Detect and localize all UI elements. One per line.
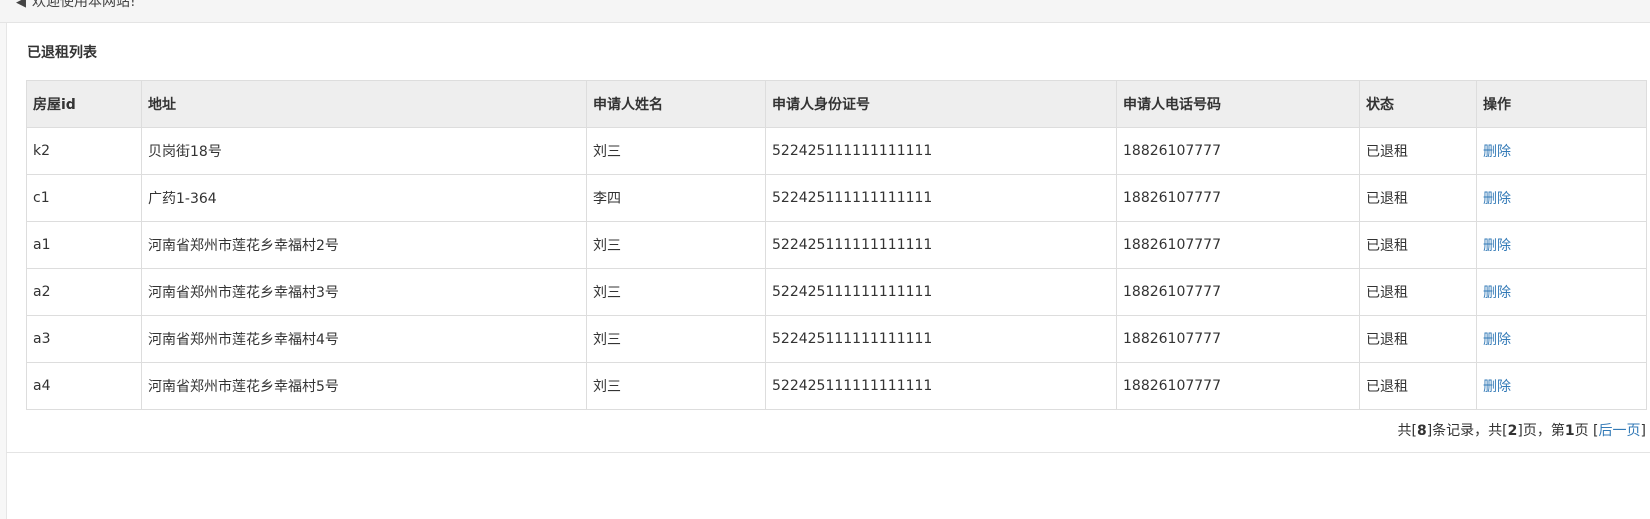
- cell-id-card: 522425111111111111: [765, 315, 1117, 363]
- table-row: k2 贝岗街18号 刘三 522425111111111111 18826107…: [26, 127, 1647, 175]
- cell-applicant-name: 刘三: [586, 268, 766, 316]
- pager-prefix: 共[: [1397, 423, 1417, 439]
- cell-applicant-name: 刘三: [586, 221, 766, 269]
- table-row: c1 广药1-364 李四 522425111111111111 1882610…: [26, 174, 1647, 222]
- table-row: a2 河南省郑州市莲花乡幸福村3号 刘三 522425111111111111 …: [26, 268, 1647, 316]
- cell-phone: 18826107777: [1116, 315, 1360, 363]
- delete-link[interactable]: 删除: [1483, 191, 1511, 207]
- pager-close: ]: [1640, 423, 1646, 439]
- total-pages-count: 2: [1507, 423, 1518, 439]
- cell-applicant-name: 李四: [586, 174, 766, 222]
- top-bar: ◀ 欢迎使用本网站!: [0, 0, 1650, 23]
- cell-status: 已退租: [1359, 362, 1477, 410]
- column-header-id-card: 申请人身份证号: [765, 80, 1117, 128]
- column-header-applicant-name: 申请人姓名: [586, 80, 766, 128]
- cell-status: 已退租: [1359, 268, 1477, 316]
- cell-action: 删除: [1476, 174, 1647, 222]
- cell-id-card: 522425111111111111: [765, 127, 1117, 175]
- delete-link[interactable]: 删除: [1483, 332, 1511, 348]
- cell-house-id: c1: [26, 174, 142, 222]
- cell-address: 河南省郑州市莲花乡幸福村3号: [141, 268, 587, 316]
- table-row: a1 河南省郑州市莲花乡幸福村2号 刘三 522425111111111111 …: [26, 221, 1647, 269]
- welcome-text: 欢迎使用本网站!: [32, 0, 136, 10]
- cell-action: 删除: [1476, 268, 1647, 316]
- pager-records-suffix: ]条记录，共[: [1426, 423, 1508, 439]
- cell-id-card: 522425111111111111: [765, 174, 1117, 222]
- cell-phone: 18826107777: [1116, 127, 1360, 175]
- cell-phone: 18826107777: [1116, 362, 1360, 410]
- cell-house-id: k2: [26, 127, 142, 175]
- pagination: 共[8]条记录，共[2]页，第1页 [后一页]: [1397, 420, 1646, 440]
- cell-action: 删除: [1476, 362, 1647, 410]
- left-rail: [0, 0, 7, 519]
- table-row: a3 河南省郑州市莲花乡幸福村4号 刘三 522425111111111111 …: [26, 315, 1647, 363]
- speaker-icon: ◀: [16, 0, 26, 10]
- cell-applicant-name: 刘三: [586, 127, 766, 175]
- cell-phone: 18826107777: [1116, 268, 1360, 316]
- cell-status: 已退租: [1359, 127, 1477, 175]
- cell-id-card: 522425111111111111: [765, 268, 1117, 316]
- cell-action: 删除: [1476, 315, 1647, 363]
- cell-house-id: a1: [26, 221, 142, 269]
- table-row: a4 河南省郑州市莲花乡幸福村5号 刘三 522425111111111111 …: [26, 362, 1647, 410]
- welcome-message: ◀ 欢迎使用本网站!: [16, 0, 136, 11]
- cell-house-id: a3: [26, 315, 142, 363]
- returned-rentals-table: 房屋id 地址 申请人姓名 申请人身份证号 申请人电话号码 状态 操作 k2 贝…: [26, 80, 1647, 410]
- table-header-row: 房屋id 地址 申请人姓名 申请人身份证号 申请人电话号码 状态 操作: [26, 80, 1647, 128]
- cell-address: 河南省郑州市莲花乡幸福村2号: [141, 221, 587, 269]
- cell-address: 贝岗街18号: [141, 127, 587, 175]
- bottom-divider: [6, 452, 1650, 453]
- current-page-number: 1: [1564, 423, 1575, 439]
- cell-id-card: 522425111111111111: [765, 221, 1117, 269]
- pager-current-suffix: 页 [: [1574, 423, 1599, 439]
- cell-house-id: a2: [26, 268, 142, 316]
- delete-link[interactable]: 删除: [1483, 379, 1511, 395]
- column-header-status: 状态: [1359, 80, 1477, 128]
- cell-status: 已退租: [1359, 315, 1477, 363]
- cell-status: 已退租: [1359, 174, 1477, 222]
- cell-applicant-name: 刘三: [586, 315, 766, 363]
- cell-address: 广药1-364: [141, 174, 587, 222]
- cell-status: 已退租: [1359, 221, 1477, 269]
- cell-applicant-name: 刘三: [586, 362, 766, 410]
- cell-phone: 18826107777: [1116, 174, 1360, 222]
- cell-action: 删除: [1476, 221, 1647, 269]
- cell-phone: 18826107777: [1116, 221, 1360, 269]
- column-header-address: 地址: [141, 80, 587, 128]
- column-header-action: 操作: [1476, 80, 1647, 128]
- delete-link[interactable]: 删除: [1483, 238, 1511, 254]
- cell-id-card: 522425111111111111: [765, 362, 1117, 410]
- next-page-link[interactable]: 后一页: [1599, 423, 1641, 439]
- total-records-count: 8: [1416, 423, 1427, 439]
- delete-link[interactable]: 删除: [1483, 144, 1511, 160]
- cell-address: 河南省郑州市莲花乡幸福村4号: [141, 315, 587, 363]
- section-title: 已退租列表: [27, 45, 97, 61]
- cell-address: 河南省郑州市莲花乡幸福村5号: [141, 362, 587, 410]
- pager-pages-suffix: ]页，第: [1517, 423, 1565, 439]
- cell-action: 删除: [1476, 127, 1647, 175]
- cell-house-id: a4: [26, 362, 142, 410]
- column-header-house-id: 房屋id: [26, 80, 142, 128]
- column-header-phone: 申请人电话号码: [1116, 80, 1360, 128]
- delete-link[interactable]: 删除: [1483, 285, 1511, 301]
